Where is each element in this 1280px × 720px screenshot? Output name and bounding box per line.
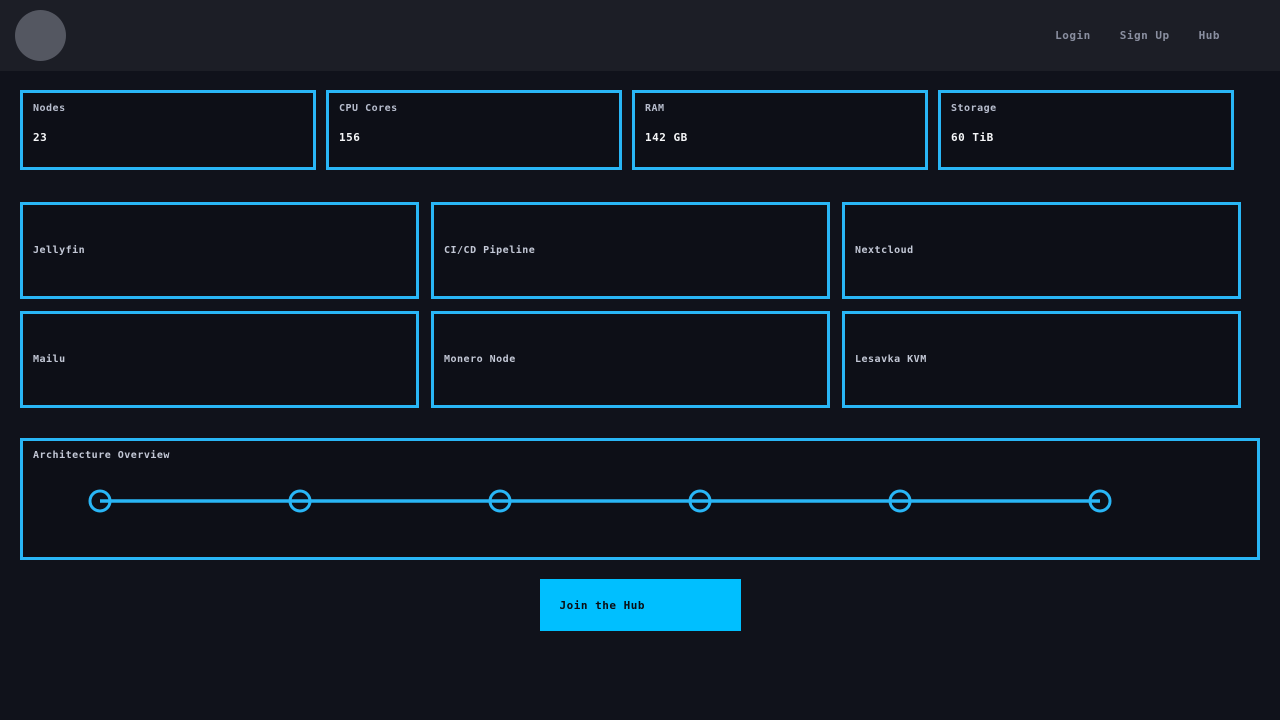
stat-card-cpu-cores: CPU Cores 156 [326, 90, 622, 170]
service-name: Lesavka KVM [855, 354, 927, 365]
stat-card-nodes: Nodes 23 [20, 90, 316, 170]
cta-wrapper: Join the Hub [0, 579, 1280, 631]
stat-value: 60 TiB [951, 131, 1221, 144]
architecture-diagram [23, 441, 1257, 557]
nav-link-signup[interactable]: Sign Up [1120, 29, 1170, 42]
stat-label: Nodes [33, 103, 303, 114]
service-card-lesavka-kvm[interactable]: Lesavka KVM [842, 311, 1241, 408]
stat-label: CPU Cores [339, 103, 609, 114]
service-name: Mailu [33, 354, 66, 365]
stat-label: RAM [645, 103, 915, 114]
nav-link-login[interactable]: Login [1055, 29, 1091, 42]
top-navbar: Login Sign Up Hub [0, 0, 1280, 71]
service-card-nextcloud[interactable]: Nextcloud [842, 202, 1241, 299]
service-card-cicd-pipeline[interactable]: CI/CD Pipeline [431, 202, 830, 299]
service-card-mailu[interactable]: Mailu [20, 311, 419, 408]
join-hub-button[interactable]: Join the Hub [540, 579, 741, 631]
service-name: Nextcloud [855, 245, 914, 256]
avatar[interactable] [15, 10, 66, 61]
stat-card-storage: Storage 60 TiB [938, 90, 1234, 170]
stat-value: 142 GB [645, 131, 915, 144]
stat-card-ram: RAM 142 GB [632, 90, 928, 170]
nav-links: Login Sign Up Hub [1055, 29, 1220, 42]
nav-link-hub[interactable]: Hub [1199, 29, 1220, 42]
architecture-overview-panel: Architecture Overview [20, 438, 1260, 560]
services-grid: Jellyfin CI/CD Pipeline Nextcloud Mailu … [20, 202, 1260, 408]
service-name: Jellyfin [33, 245, 85, 256]
stat-label: Storage [951, 103, 1221, 114]
service-name: Monero Node [444, 354, 516, 365]
service-card-monero-node[interactable]: Monero Node [431, 311, 830, 408]
stat-value: 23 [33, 131, 303, 144]
stat-value: 156 [339, 131, 609, 144]
service-name: CI/CD Pipeline [444, 245, 535, 256]
service-card-jellyfin[interactable]: Jellyfin [20, 202, 419, 299]
stats-row: Nodes 23 CPU Cores 156 RAM 142 GB Storag… [20, 90, 1260, 170]
